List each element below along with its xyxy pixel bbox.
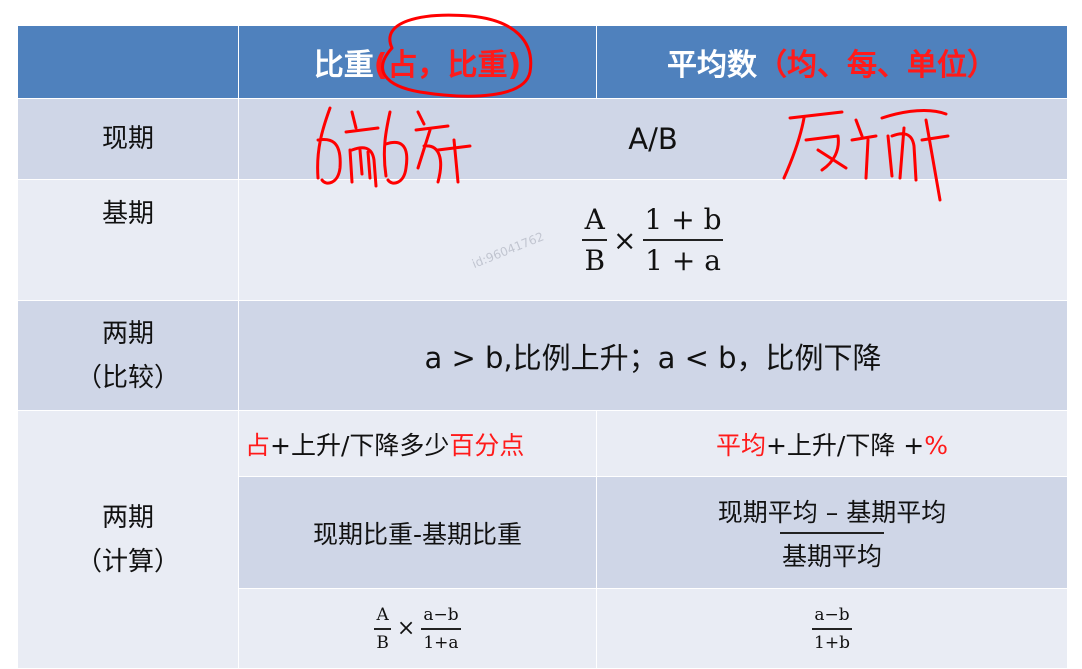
row-calc-desc: 两期 （计算） 占+上升/下降多少百分点 平均+上升/下降 +% — [17, 410, 1068, 669]
fraction-growth: 1 + b 1 + a — [643, 203, 724, 277]
times-symbol: × — [396, 616, 416, 641]
fraction-num: A — [584, 203, 605, 236]
comparison-table: 比重(占，比重) 平均数（均、每、单位） 现期 A/B 基期 A B × 1 +… — [17, 25, 1068, 669]
label-compare-line1: 两期 — [101, 318, 154, 349]
fraction-diff-avg: a−b 1+b — [812, 605, 852, 653]
avg-expr: a−b 1+b — [596, 588, 1068, 669]
formula-current: A/B — [238, 98, 1068, 180]
ratio-desc-mid: +上升/下降多少 — [270, 430, 450, 460]
fraction-num: 1 + b — [644, 203, 722, 236]
label-base: 基期 — [17, 179, 239, 301]
label-calc: 两期 （计算） — [17, 410, 239, 669]
row-current: 现期 A/B — [17, 98, 1068, 180]
ratio-desc-red1: 占 — [245, 430, 271, 460]
fraction-den: 1 + a — [643, 239, 723, 277]
avg-formula-num: 现期平均 – 基期平均 — [717, 497, 947, 527]
ratio-formula: 现期比重-基期比重 — [238, 476, 597, 589]
fraction-num: A — [376, 604, 389, 625]
formula-base: A B × 1 + b 1 + a — [238, 179, 1068, 301]
avg-desc: 平均+上升/下降 +% — [596, 410, 1068, 477]
avg-desc-red1: 平均 — [715, 430, 766, 460]
compare-text: a > b,比例上升；a < b，比例下降 — [238, 300, 1068, 411]
formula-base-expr: A B × 1 + b 1 + a — [582, 203, 723, 277]
fraction-den: B — [582, 239, 608, 277]
label-compare: 两期 （比较） — [17, 300, 239, 411]
avg-formula: 现期平均 – 基期平均 基期平均 — [596, 476, 1068, 589]
formula-current-text: A/B — [628, 122, 678, 156]
fraction-diff: a−b 1+a — [421, 604, 461, 653]
header-average-paren: （均、每、单位） — [757, 48, 997, 83]
row-compare: 两期 （比较） a > b,比例上升；a < b，比例下降 — [17, 300, 1068, 411]
fraction-num: a−b — [423, 604, 459, 625]
fraction-a-over-b: A B — [582, 203, 608, 277]
avg-desc-mid: +上升/下降 + — [765, 430, 925, 460]
times-symbol: × — [613, 223, 637, 257]
document-page: 比重(占，比重) 平均数（均、每、单位） 现期 A/B 基期 A B × 1 +… — [0, 0, 1082, 669]
avg-desc-red2: % — [924, 430, 949, 460]
ratio-desc-red2: 百分点 — [449, 430, 525, 460]
header-ratio-paren: (占，比重) — [373, 48, 522, 83]
header-row: 比重(占，比重) 平均数（均、每、单位） — [17, 25, 1068, 99]
header-average: 平均数（均、每、单位） — [596, 25, 1068, 99]
avg-formula-den: 基期平均 — [779, 531, 884, 573]
fraction-a-over-b: A B — [374, 605, 391, 653]
fraction-den: 1+b — [812, 627, 852, 653]
label-current: 现期 — [17, 98, 239, 180]
avg-formula-fraction: 现期平均 – 基期平均 基期平均 — [716, 493, 948, 573]
ratio-expr: A B × a−b 1+a — [238, 588, 597, 669]
fraction-den: 1+a — [421, 627, 461, 653]
header-ratio-main: 比重 — [313, 48, 374, 83]
avg-expr-math: a−b 1+b — [812, 605, 852, 653]
ratio-expr-math: A B × a−b 1+a — [374, 605, 461, 653]
label-calc-line2: （计算） — [75, 546, 180, 577]
header-empty-cell — [17, 25, 239, 99]
ratio-desc: 占+上升/下降多少百分点 — [238, 410, 597, 477]
fraction-den: B — [374, 627, 391, 653]
header-average-main: 平均数 — [667, 48, 757, 83]
label-compare-line2: （比较） — [75, 362, 180, 393]
header-ratio: 比重(占，比重) — [238, 25, 597, 99]
label-calc-line1: 两期 — [101, 502, 154, 533]
fraction-num: a−b — [814, 604, 850, 625]
